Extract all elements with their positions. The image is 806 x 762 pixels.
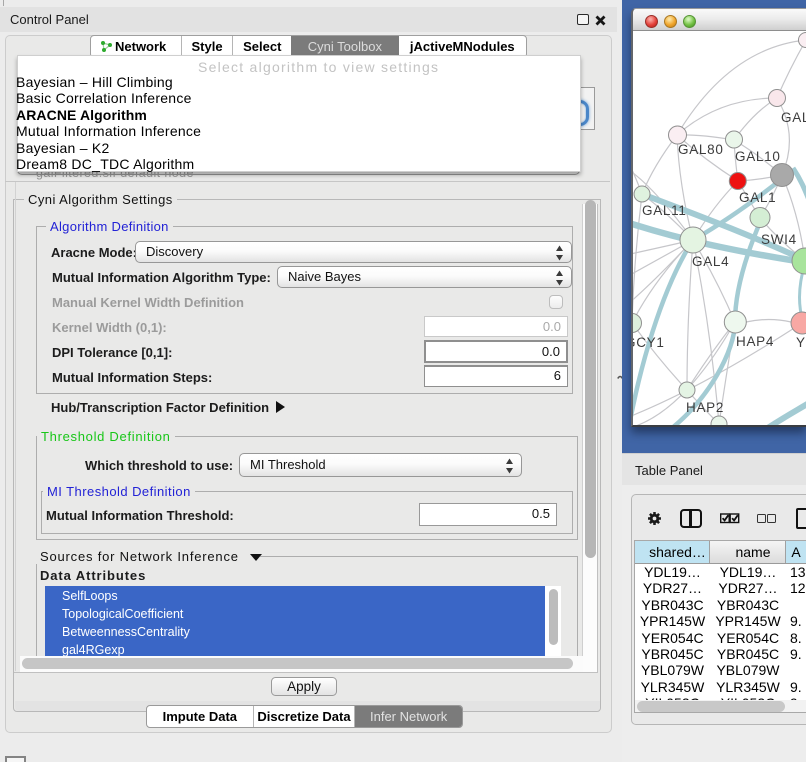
svg-text:GAL10: GAL10 (735, 149, 781, 164)
svg-text:GAL11: GAL11 (642, 203, 687, 218)
svg-text:GAL4: GAL4 (692, 254, 729, 269)
svg-text:GCY1: GCY1 (633, 335, 665, 350)
svg-text:GAL1: GAL1 (739, 190, 776, 205)
svg-text:HAP4: HAP4 (736, 334, 774, 349)
svg-text:GAL7: GAL7 (781, 110, 806, 125)
svg-text:GAL80: GAL80 (678, 142, 724, 157)
svg-text:HAP2: HAP2 (686, 400, 724, 415)
svg-text:SWI4: SWI4 (761, 232, 797, 247)
svg-text:Y: Y (796, 335, 806, 350)
